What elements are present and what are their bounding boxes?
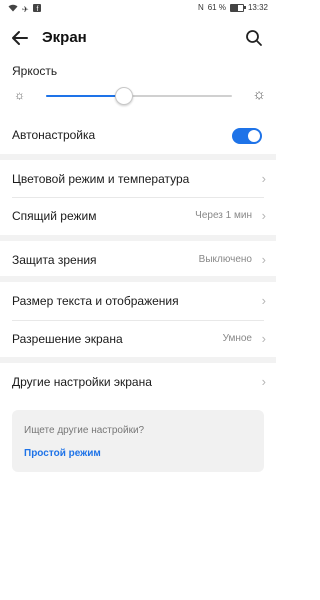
auto-brightness-label: Автонастройка — [12, 128, 96, 142]
brightness-low-icon: ☼ — [14, 88, 25, 102]
auto-brightness-row[interactable]: Автонастройка — [0, 116, 276, 154]
chevron-right-icon: › — [261, 293, 266, 308]
hint-card: Ищете другие настройки? Простой режим — [12, 410, 264, 472]
resolution-row[interactable]: Разрешение экрана Умное › — [0, 320, 276, 358]
simple-mode-link[interactable]: Простой режим — [24, 448, 101, 459]
chevron-right-icon: › — [261, 208, 266, 223]
chevron-right-icon: › — [261, 331, 266, 346]
text-size-label: Размер текста и отображения — [12, 294, 179, 308]
battery-level — [230, 5, 239, 11]
brightness-label: Яркость — [12, 64, 58, 78]
clock: 13:32 — [247, 3, 268, 12]
chevron-right-icon: › — [261, 252, 266, 267]
eye-comfort-row[interactable]: Защита зрения Выключено › — [0, 241, 276, 279]
color-mode-label: Цветовой режим и температура — [12, 172, 190, 186]
brightness-slider-fill — [46, 95, 125, 97]
brightness-slider-thumb[interactable] — [115, 87, 134, 105]
hint-question: Ищете другие настройки? — [24, 425, 145, 436]
page-title: Экран — [42, 29, 87, 46]
resolution-value: Умное — [222, 333, 252, 344]
wifi-icon — [8, 4, 18, 15]
nfc-icon: N — [197, 3, 204, 12]
brightness-slider[interactable] — [46, 87, 232, 105]
eye-comfort-value: Выключено — [198, 254, 252, 265]
facebook-icon: f — [32, 4, 41, 15]
status-bar: ✈ f N 61 % 13:32 — [0, 0, 276, 18]
color-mode-row[interactable]: Цветовой режим и температура › — [0, 160, 276, 198]
resolution-label: Разрешение экрана — [12, 332, 123, 346]
brightness-high-icon: ☼ — [252, 86, 266, 103]
more-settings-label: Другие настройки экрана — [12, 375, 152, 389]
text-size-row[interactable]: Размер текста и отображения › — [0, 282, 276, 320]
airplane-icon: ✈ — [22, 4, 29, 14]
chevron-right-icon: › — [261, 374, 266, 389]
more-settings-row[interactable]: Другие настройки экрана › — [0, 363, 276, 401]
svg-text:f: f — [36, 6, 38, 12]
search-icon[interactable] — [244, 28, 264, 48]
sleep-value: Через 1 мин — [195, 210, 252, 221]
battery-percent: 61 % — [207, 3, 226, 12]
sleep-row[interactable]: Спящий режим Через 1 мин › — [0, 197, 276, 235]
back-arrow-icon[interactable] — [10, 28, 30, 48]
eye-comfort-label: Защита зрения — [12, 253, 97, 267]
battery-icon — [229, 4, 246, 12]
app-bar: Экран — [0, 22, 276, 54]
toggle-knob — [248, 130, 260, 142]
auto-brightness-toggle[interactable] — [232, 128, 262, 144]
chevron-right-icon: › — [261, 171, 266, 186]
sleep-label: Спящий режим — [12, 209, 97, 223]
